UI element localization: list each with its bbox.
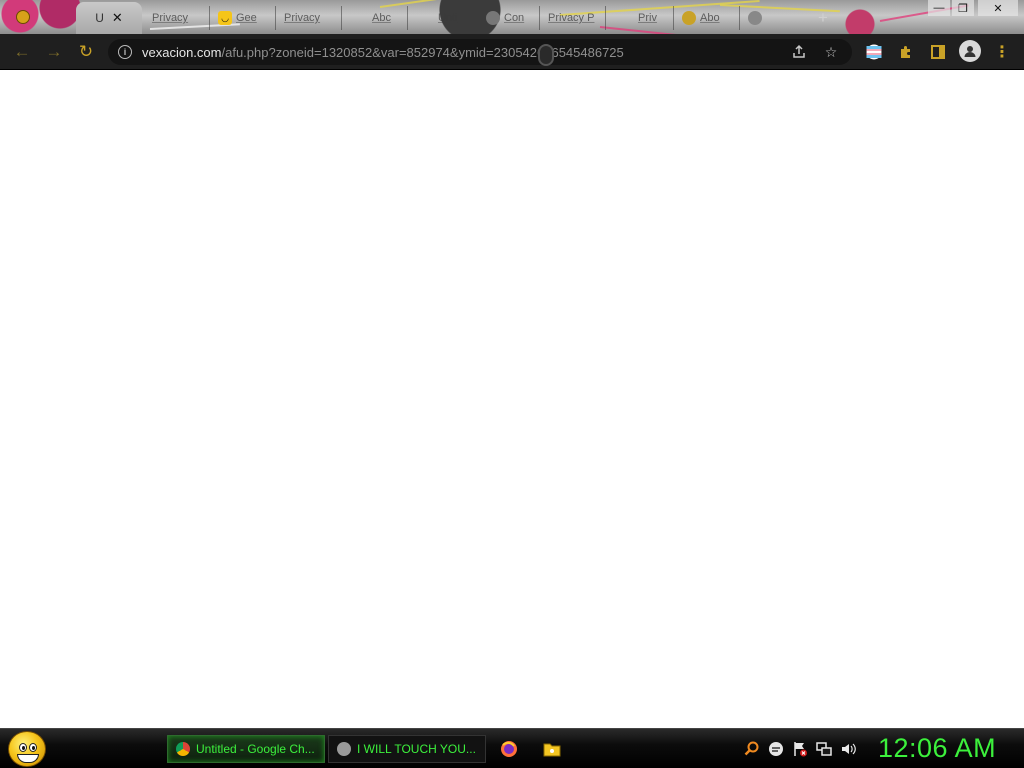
tab-active[interactable]: U ✕ bbox=[76, 2, 142, 34]
smiley-eye-icon bbox=[19, 743, 27, 752]
minimize-button[interactable]: — bbox=[928, 0, 950, 16]
drag-handle-icon[interactable] bbox=[538, 44, 554, 66]
taskbar: Untitled - Google Ch... I WILL TOUCH YOU… bbox=[0, 728, 1024, 768]
system-clock[interactable]: 12:06 AM bbox=[878, 733, 996, 764]
tab-untitled[interactable]: Unti bbox=[410, 6, 474, 30]
side-panel-icon[interactable] bbox=[929, 43, 947, 61]
taskbar-window-second[interactable]: I WILL TOUCH YOU... bbox=[328, 735, 486, 763]
maximize-button[interactable]: ❐ bbox=[952, 0, 974, 16]
tab-priv[interactable]: Priv bbox=[608, 6, 674, 30]
info-icon[interactable]: i bbox=[118, 45, 132, 59]
taskbar-window-chrome[interactable]: Untitled - Google Ch... bbox=[167, 735, 325, 763]
tab-label: Privacy bbox=[284, 12, 321, 24]
action-center-flag-icon[interactable] bbox=[792, 741, 808, 757]
close-window-button[interactable]: ✕ bbox=[978, 0, 1018, 16]
tab-label: Priv bbox=[638, 12, 657, 24]
tab-close-icon[interactable]: ✕ bbox=[112, 10, 123, 26]
tab-favicon-icon bbox=[682, 11, 696, 25]
url-host: vexacion.com bbox=[142, 44, 222, 60]
menu-kebab-icon[interactable]: ⋮ bbox=[993, 43, 1011, 61]
smiley-mouth-icon bbox=[17, 754, 39, 763]
tab-label: Con bbox=[504, 12, 525, 24]
tab-privacy-p[interactable]: Privacy P bbox=[542, 6, 606, 30]
smiley-eye-icon bbox=[29, 743, 37, 752]
messenger-icon[interactable] bbox=[768, 741, 784, 757]
tab-label: Unti bbox=[438, 12, 458, 24]
tab-con[interactable]: Con bbox=[476, 6, 540, 30]
folder-icon[interactable] bbox=[543, 740, 561, 758]
share-icon[interactable] bbox=[790, 43, 808, 61]
bookmark-star-icon[interactable]: ☆ bbox=[822, 43, 840, 61]
taskbar-window-label: Untitled - Google Ch... bbox=[196, 742, 315, 756]
reload-button[interactable]: ↻ bbox=[74, 40, 98, 64]
tab-label: Privacy P bbox=[548, 12, 595, 24]
flag-extension-icon[interactable] bbox=[865, 43, 883, 61]
search-icon[interactable] bbox=[744, 741, 760, 757]
tab-strip: U ✕ Privacy ◡ Gee Privacy Abc Unti Con P… bbox=[0, 0, 1024, 34]
tab-favicon-pinned[interactable] bbox=[16, 10, 30, 24]
tab-label: Abc bbox=[372, 12, 391, 24]
chrome-icon bbox=[176, 742, 190, 756]
tab-label: Abo bbox=[700, 12, 720, 24]
tab-gee[interactable]: ◡ Gee bbox=[212, 6, 276, 30]
tab-globe[interactable] bbox=[742, 6, 806, 30]
firefox-icon[interactable] bbox=[500, 740, 518, 758]
globe-favicon-icon bbox=[748, 11, 762, 25]
new-tab-button[interactable]: + bbox=[818, 8, 828, 28]
tab-privacy-1[interactable]: Privacy bbox=[146, 6, 210, 30]
tab-label: U bbox=[95, 11, 104, 25]
tab-label: Privacy bbox=[152, 12, 189, 24]
network-icon[interactable] bbox=[816, 741, 832, 757]
tab-privacy-2[interactable]: Privacy bbox=[278, 6, 342, 30]
profile-avatar-icon[interactable] bbox=[959, 40, 981, 62]
start-button[interactable] bbox=[8, 731, 46, 767]
browser-toolbar: ← → ↻ i vexacion.com/afu.php?zoneid=1320… bbox=[0, 34, 1024, 70]
forward-button[interactable]: → bbox=[42, 40, 66, 64]
puzzle-extensions-icon[interactable] bbox=[897, 43, 915, 61]
volume-icon[interactable] bbox=[840, 741, 856, 757]
tab-label: Gee bbox=[236, 12, 257, 24]
back-button[interactable]: ← bbox=[10, 40, 34, 64]
tab-abo[interactable]: Abo bbox=[676, 6, 740, 30]
tab-abc[interactable]: Abc bbox=[344, 6, 408, 30]
google-favicon-icon bbox=[486, 11, 500, 25]
url-path-tail: 542606545486725 bbox=[515, 44, 624, 60]
taskbar-window-label: I WILL TOUCH YOU... bbox=[357, 742, 476, 756]
address-bar[interactable]: i vexacion.com/afu.php?zoneid=1320852&va… bbox=[108, 39, 852, 65]
url-path: /afu.php?zoneid=1320852&var=852974&ymid=… bbox=[221, 44, 516, 60]
page-content bbox=[0, 71, 1024, 728]
globe-icon bbox=[337, 742, 351, 756]
smiley-favicon-icon: ◡ bbox=[218, 11, 232, 25]
